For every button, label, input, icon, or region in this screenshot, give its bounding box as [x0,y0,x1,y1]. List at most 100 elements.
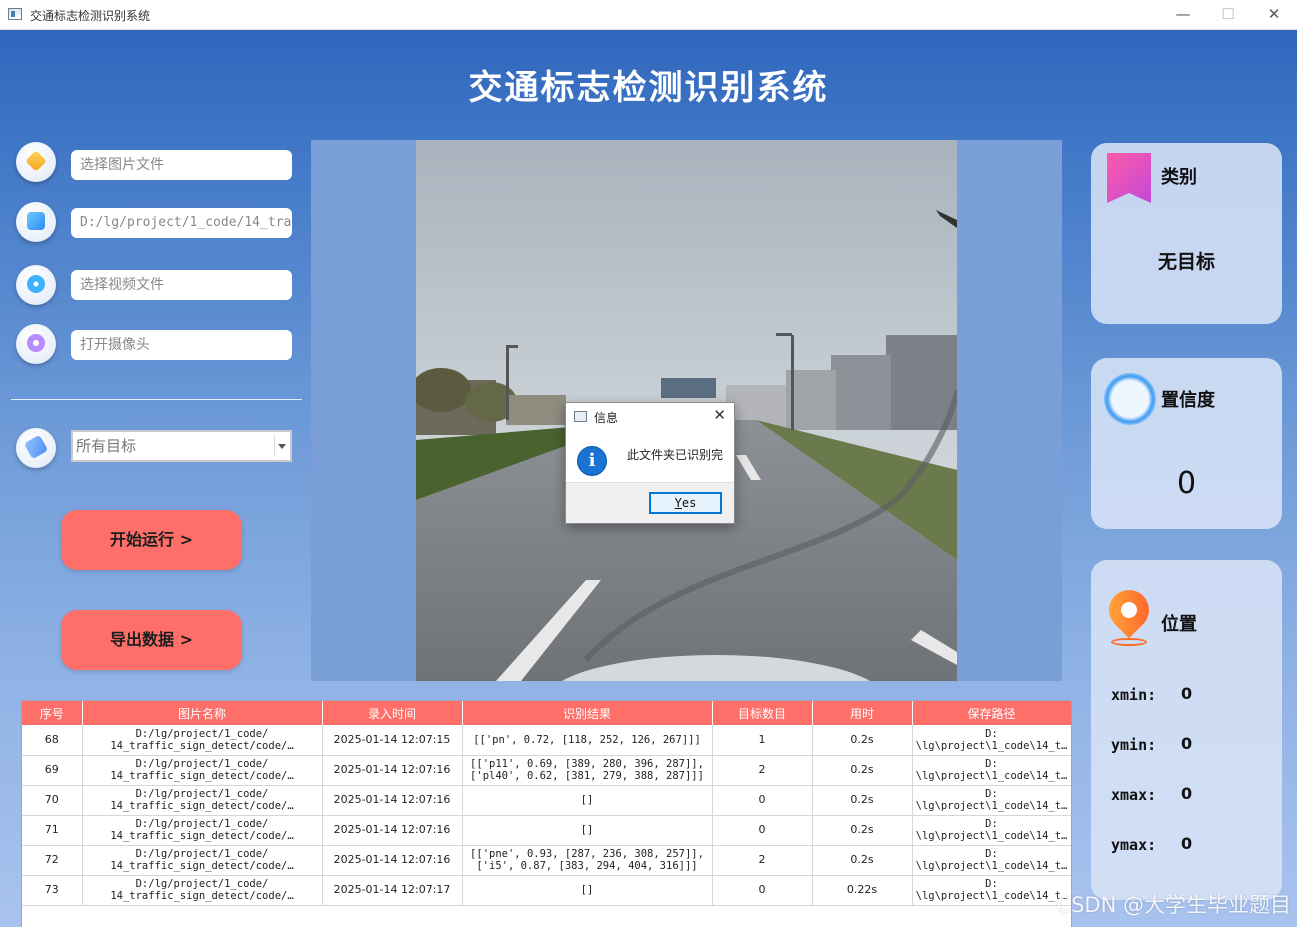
header-count[interactable]: 目标数目 [712,701,813,725]
cell-duration: 0.2s [812,785,913,816]
export-button[interactable]: 导出数据 > [61,610,242,670]
cell-count: 0 [712,785,813,816]
cell-save-path: D: \lg\project\1_code\14_t… [912,725,1071,756]
cell-index: 72 [22,845,83,876]
cell-time: 2025-01-14 12:07:16 [322,845,463,876]
cell-result: [['p11', 0.69, [389, 280, 396, 287]], ['… [462,755,713,786]
header-save-path[interactable]: 保存路径 [912,701,1071,725]
cell-save-path: D: \lg\project\1_code\14_t… [912,815,1071,846]
confidence-card: 置信度 0 [1091,358,1282,529]
cell-duration: 0.2s [812,755,913,786]
folder-path-input[interactable]: D:/lg/project/1_code/14_traffic_sign_det… [71,208,292,238]
cell-result: [] [462,785,713,816]
xmin-value: 0 [1181,684,1193,703]
header-index[interactable]: 序号 [22,701,83,725]
info-icon: i [577,446,607,476]
cell-time: 2025-01-14 12:07:16 [322,785,463,816]
maximize-button[interactable]: ☐ [1205,0,1251,30]
bookmark-star-icon [1107,153,1151,203]
cell-save-path: D: \lg\project\1_code\14_t… [912,875,1071,906]
cell-image-name: D:/lg/project/1_code/ 14_traffic_sign_de… [82,875,323,906]
results-table[interactable]: 序号 图片名称 录入时间 识别结果 目标数目 用时 保存路径 68 D:/lg/p… [21,700,1072,927]
ring-icon [1104,373,1156,425]
app-icon [8,8,22,20]
window-titlebar: 交通标志检测识别系统 — ☐ ✕ [0,0,1297,30]
header-result[interactable]: 识别结果 [462,701,713,725]
table-row[interactable]: 72 D:/lg/project/1_code/ 14_traffic_sign_… [22,845,1071,876]
table-row[interactable]: 71 D:/lg/project/1_code/ 14_traffic_sign_… [22,815,1071,846]
close-button[interactable]: ✕ [1251,0,1297,30]
class-value: 无目标 [1157,251,1215,273]
cell-index: 70 [22,785,83,816]
xmin-row: xmin: 0 [1111,684,1192,704]
position-title: 位置 [1161,614,1197,635]
table-row[interactable]: 70 D:/lg/project/1_code/ 14_traffic_sign_… [22,785,1071,816]
ymin-label: ymin: [1111,736,1157,754]
xmax-value: 0 [1181,784,1193,803]
ymax-label: ymax: [1111,836,1157,854]
video-file-input[interactable]: 选择视频文件 [71,270,292,300]
table-row[interactable]: 69 D:/lg/project/1_code/ 14_traffic_sign_… [22,755,1071,786]
cell-index: 73 [22,875,83,906]
camera-input[interactable]: 打开摄像头 [71,330,292,360]
dialog-titlebar: 信息 ✕ [566,403,734,431]
cell-count: 2 [712,755,813,786]
table-row[interactable]: 73 D:/lg/project/1_code/ 14_traffic_sign_… [22,875,1071,906]
yes-label-rest: es [681,496,697,510]
minimize-button[interactable]: — [1160,0,1206,30]
ymin-row: ymin: 0 [1111,734,1192,754]
folder-icon[interactable] [16,202,56,242]
cell-result: [] [462,875,713,906]
ymax-value: 0 [1181,834,1193,853]
cell-image-name: D:/lg/project/1_code/ 14_traffic_sign_de… [82,815,323,846]
cell-image-name: D:/lg/project/1_code/ 14_traffic_sign_de… [82,845,323,876]
table-row[interactable]: 68 D:/lg/project/1_code/ 14_traffic_sign_… [22,725,1071,756]
app-surface: 交通标志检测识别系统 选择图片文件 D:/lg/project/1_code/1… [0,30,1297,927]
cell-index: 69 [22,755,83,786]
table-header-row: 序号 图片名称 录入时间 识别结果 目标数目 用时 保存路径 [22,701,1071,725]
confidence-value: 0 [1176,466,1197,501]
cell-count: 1 [712,725,813,756]
image-file-input[interactable]: 选择图片文件 [71,150,292,180]
dialog-app-icon [574,411,587,422]
cell-index: 68 [22,725,83,756]
cell-time: 2025-01-14 12:07:16 [322,755,463,786]
camera-icon[interactable] [16,324,56,364]
cell-result: [['pn', 0.72, [118, 252, 126, 267]]] [462,725,713,756]
video-icon[interactable] [16,265,56,305]
watermark: CSDN @大学生毕业题目 [1056,893,1291,917]
dialog-footer: Yes [566,482,734,523]
class-title: 类别 [1161,167,1197,188]
cell-count: 0 [712,815,813,846]
cell-image-name: D:/lg/project/1_code/ 14_traffic_sign_de… [82,725,323,756]
class-card: 类别 无目标 [1091,143,1282,324]
left-divider [11,399,302,400]
chevron-down-icon[interactable] [274,435,288,457]
cell-index: 71 [22,815,83,846]
header-duration[interactable]: 用时 [812,701,913,725]
yes-button[interactable]: Yes [649,492,722,514]
target-select[interactable]: 所有目标 [71,430,292,462]
xmin-label: xmin: [1111,686,1157,704]
cell-count: 0 [712,875,813,906]
run-button[interactable]: 开始运行 > [61,510,242,570]
app-title: 交通标志检测识别系统 [468,68,829,108]
cell-result: [] [462,815,713,846]
target-select-value: 所有目标 [76,437,137,455]
dialog-close-icon[interactable]: ✕ [713,406,726,424]
location-pin-icon [1100,581,1158,646]
cell-duration: 0.2s [812,845,913,876]
cell-duration: 0.2s [812,725,913,756]
yes-mnemonic: Y [674,496,682,510]
header-image-name[interactable]: 图片名称 [82,701,323,725]
cell-image-name: D:/lg/project/1_code/ 14_traffic_sign_de… [82,755,323,786]
cell-duration: 0.22s [812,875,913,906]
cell-duration: 0.2s [812,815,913,846]
position-card: 位置 xmin: 0 ymin: 0 xmax: 0 ymax: 0 [1091,560,1282,900]
dialog-message: 此文件夹已识别完 [627,448,724,462]
dialog-title: 信息 [594,411,619,425]
box-icon[interactable] [16,142,56,182]
header-time[interactable]: 录入时间 [322,701,463,725]
cell-save-path: D: \lg\project\1_code\14_t… [912,755,1071,786]
cell-save-path: D: \lg\project\1_code\14_t… [912,785,1071,816]
